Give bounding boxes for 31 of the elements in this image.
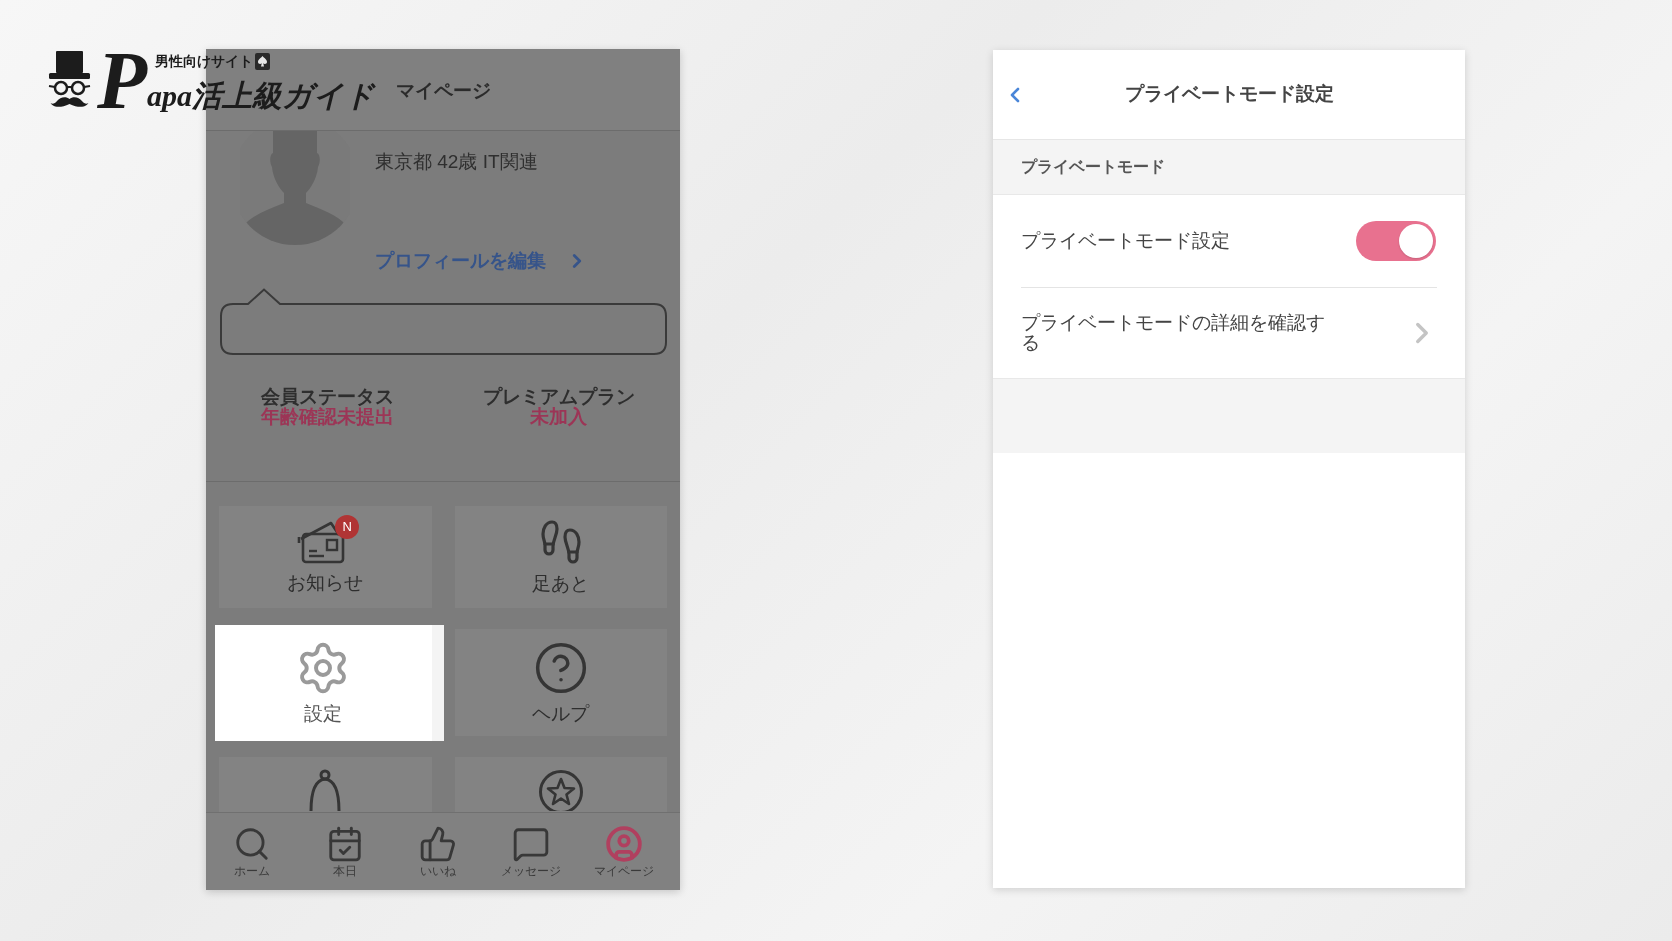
top-hat-mustache-icon (48, 51, 91, 110)
status-value: 未加入 (530, 407, 587, 427)
notification-badge: N (335, 515, 360, 539)
tab-item[interactable]: いいね (391, 813, 485, 890)
menu-tile[interactable]: 足あと (454, 506, 667, 608)
user-circle-icon (604, 825, 643, 863)
menu-tile[interactable] (219, 757, 432, 812)
menu-tile[interactable]: N お知らせ (219, 506, 432, 608)
menu-tile[interactable] (454, 757, 667, 812)
page-title: マイページ (395, 79, 491, 104)
tab-item[interactable]: ホーム (206, 813, 299, 890)
tab-item[interactable]: 本日 (298, 813, 392, 890)
screen-title: プライベートモード設定 (1123, 82, 1335, 107)
chat-bubble-icon (511, 825, 550, 863)
thumbs-up-icon (419, 825, 457, 863)
section-header: プライベートモード (993, 140, 1465, 195)
tab-item[interactable]: メッセージ (484, 813, 578, 890)
logo-initial: P (97, 48, 148, 114)
status-label: 会員ステータス (261, 387, 394, 407)
menu-tile[interactable]: 設定 (215, 625, 444, 741)
setting-label: プライベートモード設定 (1021, 228, 1230, 253)
profile-details: 東京都 42歳 IT関連 (375, 150, 538, 174)
tab-item[interactable]: マイページ (577, 813, 670, 890)
details-link-row[interactable]: プライベートモードの詳細を確認する (993, 288, 1465, 378)
edit-profile-link[interactable]: プロフィールを編集 (375, 249, 588, 273)
menu-tile[interactable]: ヘルプ (454, 629, 667, 736)
status-value: 年齢確認未提出 (261, 407, 394, 427)
logo-tagline: 男性向けサイト (155, 53, 254, 70)
status-label: プレミアムプラン (482, 387, 635, 407)
toggle-switch[interactable] (1356, 221, 1436, 261)
spade-card-icon (255, 53, 271, 70)
